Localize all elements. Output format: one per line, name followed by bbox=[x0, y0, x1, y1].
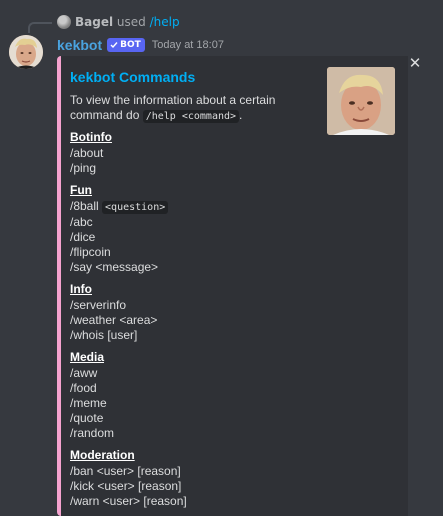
embed-description: To view the information about a certain … bbox=[70, 93, 320, 124]
message-header: kekbot BOT Today at 18:07 bbox=[57, 36, 224, 54]
command-item: /food bbox=[70, 381, 187, 396]
field-name: Media bbox=[70, 350, 105, 364]
command-item: /ping bbox=[70, 161, 187, 176]
embed-description-code: /help <command> bbox=[142, 110, 240, 123]
command-text: /flipcoin bbox=[70, 245, 111, 259]
field-botinfo: Botinfo/about/ping bbox=[70, 129, 187, 176]
command-item: /random bbox=[70, 426, 187, 441]
field-moderation: Moderation/ban <user> [reason]/kick <use… bbox=[70, 447, 187, 509]
field-name: Info bbox=[70, 282, 92, 296]
command-text: /ban <user> [reason] bbox=[70, 464, 181, 478]
embed-description-end: . bbox=[239, 108, 243, 122]
field-fun: Fun/8ball <question>/abc/dice/flipcoin/s… bbox=[70, 182, 187, 275]
command-text: /meme bbox=[70, 396, 107, 410]
command-text: /quote bbox=[70, 411, 104, 425]
command-item: /say <message> bbox=[70, 260, 187, 275]
avatar-image bbox=[9, 35, 43, 69]
field-name: Fun bbox=[70, 183, 92, 197]
field-name: Moderation bbox=[70, 448, 135, 462]
reply-command[interactable]: /help bbox=[150, 15, 180, 29]
bot-tag-label: BOT bbox=[120, 40, 141, 50]
reply-avatar[interactable] bbox=[57, 15, 71, 29]
field-name: Botinfo bbox=[70, 130, 112, 144]
command-text: /whois [user] bbox=[70, 328, 138, 342]
command-text: /say <message> bbox=[70, 260, 159, 274]
bot-tag: BOT bbox=[107, 38, 145, 52]
command-item: /8ball <question> bbox=[70, 199, 187, 215]
command-text: /abc bbox=[70, 215, 93, 229]
field-media: Media/aww/food/meme/quote/random bbox=[70, 349, 187, 441]
reply-username[interactable]: Bagel bbox=[75, 15, 113, 29]
command-item: /kick <user> [reason] bbox=[70, 479, 187, 494]
command-text: /aww bbox=[70, 366, 98, 380]
username[interactable]: kekbot bbox=[57, 37, 102, 53]
avatar[interactable] bbox=[9, 35, 43, 69]
command-text: /ping bbox=[70, 161, 97, 175]
command-text: /8ball bbox=[70, 199, 99, 213]
command-text: /weather <area> bbox=[70, 313, 158, 327]
command-text: /dice bbox=[70, 230, 96, 244]
command-text: /random bbox=[70, 426, 115, 440]
embed-title: kekbot Commands bbox=[70, 69, 196, 85]
command-item: /quote bbox=[70, 411, 187, 426]
command-text: /about bbox=[70, 146, 104, 160]
command-text: /kick <user> [reason] bbox=[70, 479, 182, 493]
command-item: /weather <area> bbox=[70, 313, 187, 328]
command-text: /food bbox=[70, 381, 97, 395]
command-text: /serverinfo bbox=[70, 298, 127, 312]
command-item: /flipcoin bbox=[70, 245, 187, 260]
command-item: /serverinfo bbox=[70, 298, 187, 313]
command-item: /ban <user> [reason] bbox=[70, 464, 187, 479]
command-item: /warn <user> [reason] bbox=[70, 494, 187, 509]
reply-context[interactable]: Bagel used /help bbox=[75, 15, 180, 30]
embed-thumbnail[interactable] bbox=[327, 67, 395, 135]
reply-used-text: used bbox=[116, 15, 146, 29]
command-item: /aww bbox=[70, 366, 187, 381]
field-info: Info/serverinfo/weather <area>/whois [us… bbox=[70, 281, 187, 343]
close-icon[interactable]: ✕ bbox=[406, 54, 424, 72]
command-item: /whois [user] bbox=[70, 328, 187, 343]
thumbnail-image bbox=[327, 67, 395, 135]
check-icon bbox=[110, 42, 118, 49]
command-item: /dice bbox=[70, 230, 187, 245]
command-arg-code: <question> bbox=[102, 201, 169, 214]
embed: kekbot Commands To view the information … bbox=[57, 56, 408, 516]
embed-fields: Botinfo/about/ping Fun/8ball <question>/a… bbox=[70, 129, 187, 515]
reply-connector bbox=[28, 22, 52, 33]
command-text: /warn <user> [reason] bbox=[70, 494, 187, 508]
command-item: /meme bbox=[70, 396, 187, 411]
command-item: /abc bbox=[70, 215, 187, 230]
command-item: /about bbox=[70, 146, 187, 161]
timestamp[interactable]: Today at 18:07 bbox=[152, 39, 224, 51]
